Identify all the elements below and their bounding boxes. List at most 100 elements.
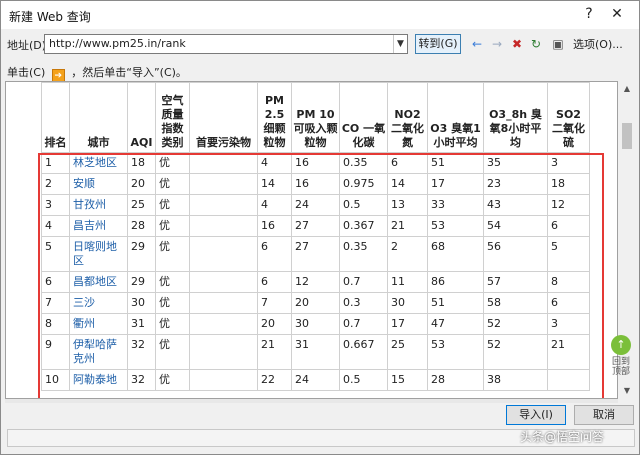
table-cell: 38 <box>483 369 548 391</box>
city-cell[interactable]: 林芝地区 <box>69 152 128 174</box>
city-cell[interactable]: 阿勒泰地 <box>69 369 128 391</box>
instruction-post: ，然后单击“导入”(C)。 <box>71 66 187 79</box>
city-cell[interactable]: 安顺 <box>69 173 128 195</box>
table-row[interactable]: 2 安顺 20 优 14 16 0.975 14 17 23 18 <box>41 173 590 195</box>
column-header: NO2 二氧化氮 <box>387 82 428 153</box>
table-row[interactable]: 4 昌吉州 28 优 16 27 0.367 21 53 54 6 <box>41 215 590 237</box>
go-button[interactable]: 转到(G) <box>415 34 461 54</box>
table-cell: 20 <box>291 292 340 314</box>
column-header: O3 臭氧1小时平均 <box>427 82 484 153</box>
table-cell: 6 <box>547 215 590 237</box>
table-cell: 优 <box>155 152 190 174</box>
table-cell: 28 <box>427 369 484 391</box>
table-cell: 27 <box>291 215 340 237</box>
table-row[interactable]: 6 昌都地区 29 优 6 12 0.7 11 86 57 8 <box>41 271 590 293</box>
table-cell: 86 <box>427 271 484 293</box>
city-cell[interactable]: 甘孜州 <box>69 194 128 216</box>
table-cell: 31 <box>291 334 340 370</box>
table-cell: 8 <box>41 313 70 335</box>
table-cell: 4 <box>257 152 292 174</box>
address-bar: 地址(D): http://www.pm25.in/rank ▼ 转到(G) ←… <box>1 33 639 55</box>
close-button[interactable]: ✕ <box>606 4 628 24</box>
table-cell: 21 <box>257 334 292 370</box>
instruction-pre: 单击(C) <box>7 66 46 79</box>
table-cell: 14 <box>257 173 292 195</box>
table-cell: 68 <box>427 236 484 272</box>
table-cell: 0.35 <box>339 152 388 174</box>
table-row[interactable]: 10 阿勒泰地 32 优 22 24 0.5 15 28 38 <box>41 369 590 391</box>
table-cell: 35 <box>483 152 548 174</box>
table-cell: 优 <box>155 271 190 293</box>
scroll-up-icon[interactable]: ▲ <box>619 81 635 97</box>
table-row[interactable]: 8 衢州 31 优 20 30 0.7 17 47 52 3 <box>41 313 590 335</box>
horizontal-scrollbar[interactable] <box>5 399 618 403</box>
table-cell: 15 <box>387 369 428 391</box>
scroll-thumb[interactable] <box>622 123 632 149</box>
scroll-down-icon[interactable]: ▼ <box>619 383 635 399</box>
table-cell: 6 <box>257 236 292 272</box>
table-cell: 16 <box>291 152 340 174</box>
table-cell: 21 <box>547 334 590 370</box>
stop-icon[interactable]: ✖ <box>509 36 525 52</box>
up-arrow-icon: ↑ <box>611 335 631 355</box>
table-cell: 优 <box>155 292 190 314</box>
rank-table[interactable]: 排名 城市 AQI 空气质量指数类别 首要污染物 PM 2.5 细颗粒物 PM 10 可吸入… <box>41 82 590 391</box>
table-cell <box>189 271 258 293</box>
table-cell: 32 <box>127 334 156 370</box>
web-query-dialog: 新建 Web 查询 ? ✕ 地址(D): http://www.pm25.in/… <box>0 0 640 455</box>
table-cell: 47 <box>427 313 484 335</box>
back-icon[interactable]: ← <box>469 36 485 52</box>
help-button[interactable]: ? <box>578 4 600 24</box>
table-cell: 24 <box>291 194 340 216</box>
column-header: 首要污染物 <box>189 82 258 153</box>
column-header: SO2 二氧化硫 <box>547 82 590 153</box>
table-cell: 10 <box>41 369 70 391</box>
refresh-icon[interactable]: ↻ <box>528 36 544 52</box>
table-cell: 5 <box>547 236 590 272</box>
table-cell: 31 <box>127 313 156 335</box>
table-cell: 17 <box>427 173 484 195</box>
table-cell: 52 <box>483 313 548 335</box>
table-row[interactable]: 5 日喀则地区 29 优 6 27 0.35 2 68 56 5 <box>41 236 590 272</box>
address-input[interactable]: http://www.pm25.in/rank <box>44 34 408 54</box>
city-cell[interactable]: 昌都地区 <box>69 271 128 293</box>
table-cell: 18 <box>127 152 156 174</box>
address-dropdown-icon[interactable]: ▼ <box>393 35 407 53</box>
forward-icon[interactable]: → <box>489 36 505 52</box>
city-cell[interactable]: 衢州 <box>69 313 128 335</box>
table-cell: 53 <box>427 215 484 237</box>
table-cell: 57 <box>483 271 548 293</box>
save-query-icon[interactable]: ▣ <box>550 36 566 52</box>
column-header: PM 10 可吸入颗粒物 <box>291 82 340 153</box>
import-button[interactable]: 导入(I) <box>506 405 566 425</box>
table-cell: 29 <box>127 271 156 293</box>
table-cell: 30 <box>387 292 428 314</box>
table-cell: 30 <box>127 292 156 314</box>
options-button[interactable]: 选项(O)... <box>573 36 623 52</box>
table-row[interactable]: 3 甘孜州 25 优 4 24 0.5 13 33 43 12 <box>41 194 590 216</box>
watermark: 头条@悟空问答 <box>520 430 605 444</box>
table-row[interactable]: 9 伊犁哈萨克州 32 优 21 31 0.667 25 53 52 21 <box>41 334 590 370</box>
table-cell: 13 <box>387 194 428 216</box>
table-cell: 6 <box>41 271 70 293</box>
table-cell: 29 <box>127 236 156 272</box>
cancel-button[interactable]: 取消 <box>574 405 634 425</box>
table-cell <box>189 236 258 272</box>
table-cell: 3 <box>547 152 590 174</box>
city-cell[interactable]: 三沙 <box>69 292 128 314</box>
table-cell <box>189 292 258 314</box>
instruction-text: 单击(C) ➔ ，然后单击“导入”(C)。 <box>7 64 187 82</box>
city-cell[interactable]: 昌吉州 <box>69 215 128 237</box>
back-to-top-badge[interactable]: ↑ 回到顶部 <box>610 335 632 377</box>
table-cell: 0.367 <box>339 215 388 237</box>
table-row[interactable]: 1 林芝地区 18 优 4 16 0.35 6 51 35 3 <box>41 152 590 174</box>
table-cell: 0.35 <box>339 236 388 272</box>
table-cell: 6 <box>387 152 428 174</box>
table-cell: 14 <box>387 173 428 195</box>
table-row[interactable]: 7 三沙 30 优 7 20 0.3 30 51 58 6 <box>41 292 590 314</box>
city-cell[interactable]: 日喀则地区 <box>69 236 128 272</box>
city-cell[interactable]: 伊犁哈萨克州 <box>69 334 128 370</box>
table-cell: 优 <box>155 215 190 237</box>
table-cell <box>189 194 258 216</box>
table-cell: 32 <box>127 369 156 391</box>
